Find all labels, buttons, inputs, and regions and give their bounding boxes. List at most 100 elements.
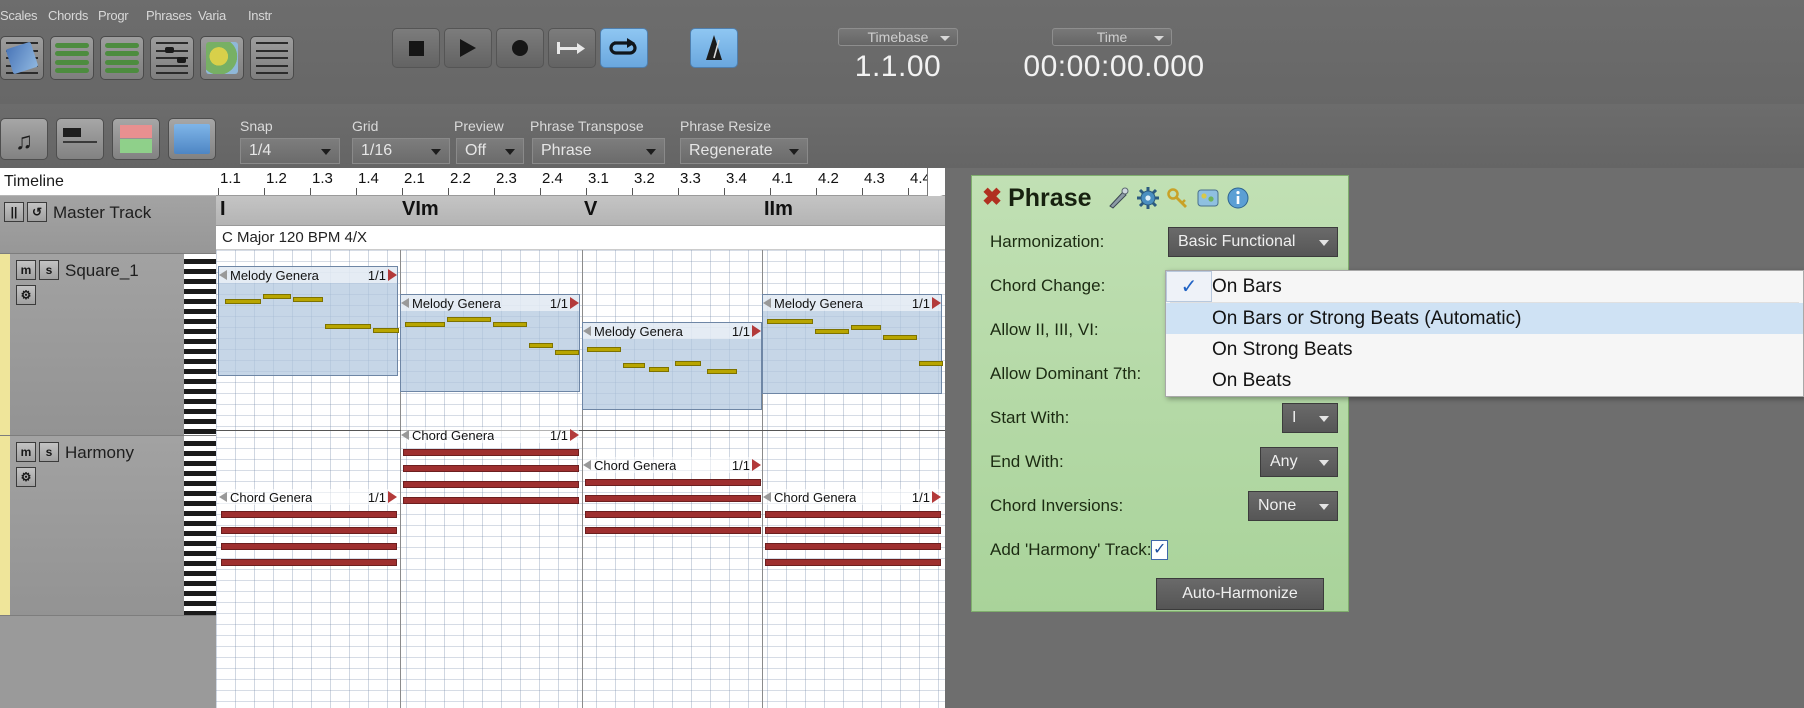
clip-header[interactable]: Melody Genera 1/1 [401, 295, 579, 311]
melody-note[interactable] [883, 335, 917, 340]
settings-button-square1[interactable]: ⚙ [16, 285, 36, 305]
key-icon[interactable] [1166, 186, 1190, 210]
melody-note[interactable] [767, 319, 813, 324]
chord-inversions-combo[interactable]: None [1248, 491, 1338, 521]
instruments-library-button[interactable] [250, 36, 294, 80]
chord-clip-3[interactable]: Chord Genera 1/1 [582, 456, 762, 566]
melody-clip-1[interactable]: Melody Genera 1/1 [218, 266, 399, 376]
chord-note[interactable] [765, 511, 941, 518]
melody-note[interactable] [649, 367, 669, 372]
note-grid[interactable]: Melody Genera 1/1 Melody Genera 1/1 Melo… [216, 250, 945, 708]
clip-header[interactable]: Melody Genera 1/1 [583, 323, 761, 339]
close-icon[interactable]: ✖ [982, 186, 1002, 210]
melody-note[interactable] [405, 322, 445, 327]
grid-combo[interactable]: 1/16 [352, 138, 450, 164]
melody-clip-4[interactable]: Melody Genera 1/1 [762, 294, 943, 394]
chords-library-button[interactable] [50, 36, 94, 80]
mixer-view-button[interactable] [112, 118, 160, 160]
chord-note[interactable] [765, 543, 941, 550]
melody-clip-3[interactable]: Melody Genera 1/1 [582, 322, 762, 410]
melody-note[interactable] [919, 361, 943, 366]
phrases-library-button[interactable] [150, 36, 194, 80]
track-row-square1[interactable]: m s Square_1 ⚙ [0, 254, 216, 436]
resize-right-icon[interactable] [752, 459, 761, 471]
master-track-row[interactable]: || ↺ Master Track [0, 196, 216, 254]
chord-note[interactable] [221, 543, 397, 550]
snap-combo[interactable]: 1/4 [240, 138, 340, 164]
master-pause-button[interactable]: || [4, 202, 24, 222]
chord-clip-1[interactable]: Chord Genera 1/1 [218, 488, 398, 598]
chord-note[interactable] [585, 495, 761, 502]
time-value[interactable]: 00:00:00.000 [1004, 50, 1224, 84]
menu-item-on-bars[interactable]: ✓ On Bars [1166, 271, 1803, 302]
melody-clip-2[interactable]: Melody Genera 1/1 [400, 294, 580, 392]
record-button[interactable] [496, 28, 544, 68]
chord-note[interactable] [585, 479, 761, 486]
timebase-value[interactable]: 1.1.00 [838, 50, 958, 84]
resize-left-icon[interactable] [583, 460, 591, 470]
resize-right-icon[interactable] [570, 297, 579, 309]
chord-clip-4[interactable]: Chord Genera 1/1 [762, 488, 942, 598]
chord-note[interactable] [221, 559, 397, 566]
clip-header[interactable]: Melody Genera 1/1 [763, 295, 941, 311]
wand-icon[interactable] [1106, 186, 1130, 210]
loop-region-handle[interactable] [927, 168, 945, 196]
solo-button-harmony[interactable]: s [39, 442, 59, 462]
variations-library-button[interactable] [200, 36, 244, 80]
clip-header[interactable]: Chord Genera 1/1 [401, 427, 579, 443]
metronome-button[interactable] [690, 28, 738, 68]
add-harmony-track-checkbox[interactable]: ✓ [1151, 540, 1168, 560]
info-icon[interactable] [1226, 186, 1250, 210]
master-loop-button[interactable]: ↺ [27, 202, 47, 222]
menu-item-on-bars-or-strong-beats[interactable]: On Bars or Strong Beats (Automatic) [1166, 303, 1803, 334]
chord-note[interactable] [403, 465, 579, 472]
resize-left-icon[interactable] [401, 298, 409, 308]
melody-note[interactable] [851, 325, 881, 330]
notes-view-button[interactable]: ♫ [0, 118, 48, 160]
melody-note[interactable] [555, 350, 579, 355]
chord-degree-bar[interactable]: I VIm V IIm [216, 196, 945, 226]
clip-header[interactable]: Chord Genera 1/1 [583, 457, 761, 473]
loop-button[interactable] [600, 28, 648, 68]
melody-note[interactable] [623, 363, 645, 368]
phrase-transpose-combo[interactable]: Phrase [532, 138, 665, 164]
melody-note[interactable] [225, 299, 261, 304]
resize-right-icon[interactable] [388, 269, 397, 281]
melody-note[interactable] [815, 329, 849, 334]
play-button[interactable] [444, 28, 492, 68]
melody-note[interactable] [373, 328, 399, 333]
start-with-combo[interactable]: I [1282, 403, 1338, 433]
melody-note[interactable] [263, 294, 291, 299]
track-view-button[interactable] [56, 118, 104, 160]
chord-note[interactable] [221, 511, 397, 518]
palette-icon[interactable] [1196, 186, 1220, 210]
clip-header[interactable]: Chord Genera 1/1 [219, 489, 397, 505]
resize-right-icon[interactable] [388, 491, 397, 503]
settings-button-harmony[interactable]: ⚙ [16, 467, 36, 487]
resize-left-icon[interactable] [763, 298, 771, 308]
chord-note[interactable] [221, 527, 397, 534]
auto-harmonize-button[interactable]: Auto-Harmonize [1156, 578, 1324, 610]
scales-library-button[interactable] [0, 36, 44, 80]
chord-note[interactable] [765, 527, 941, 534]
resize-left-icon[interactable] [583, 326, 591, 336]
mute-button-harmony[interactable]: m [16, 442, 36, 462]
timebase-dropdown[interactable]: Timebase [838, 28, 958, 46]
resize-right-icon[interactable] [932, 297, 941, 309]
progressions-library-button[interactable] [100, 36, 144, 80]
harmonization-combo[interactable]: Basic Functional [1168, 227, 1338, 257]
editor-view-button[interactable] [168, 118, 216, 160]
solo-button-square1[interactable]: s [39, 260, 59, 280]
phrase-resize-combo[interactable]: Regenerate [680, 138, 808, 164]
piano-keyboard-harmony[interactable] [184, 436, 216, 615]
resize-left-icon[interactable] [219, 270, 227, 280]
melody-note[interactable] [447, 317, 491, 322]
melody-note[interactable] [325, 324, 371, 329]
melody-note[interactable] [675, 361, 701, 366]
track-row-harmony[interactable]: m s Harmony ⚙ [0, 436, 216, 616]
gear-icon[interactable] [1136, 186, 1160, 210]
resize-left-icon[interactable] [219, 492, 227, 502]
chord-note[interactable] [403, 481, 579, 488]
resize-right-icon[interactable] [932, 491, 941, 503]
melody-note[interactable] [293, 297, 323, 302]
